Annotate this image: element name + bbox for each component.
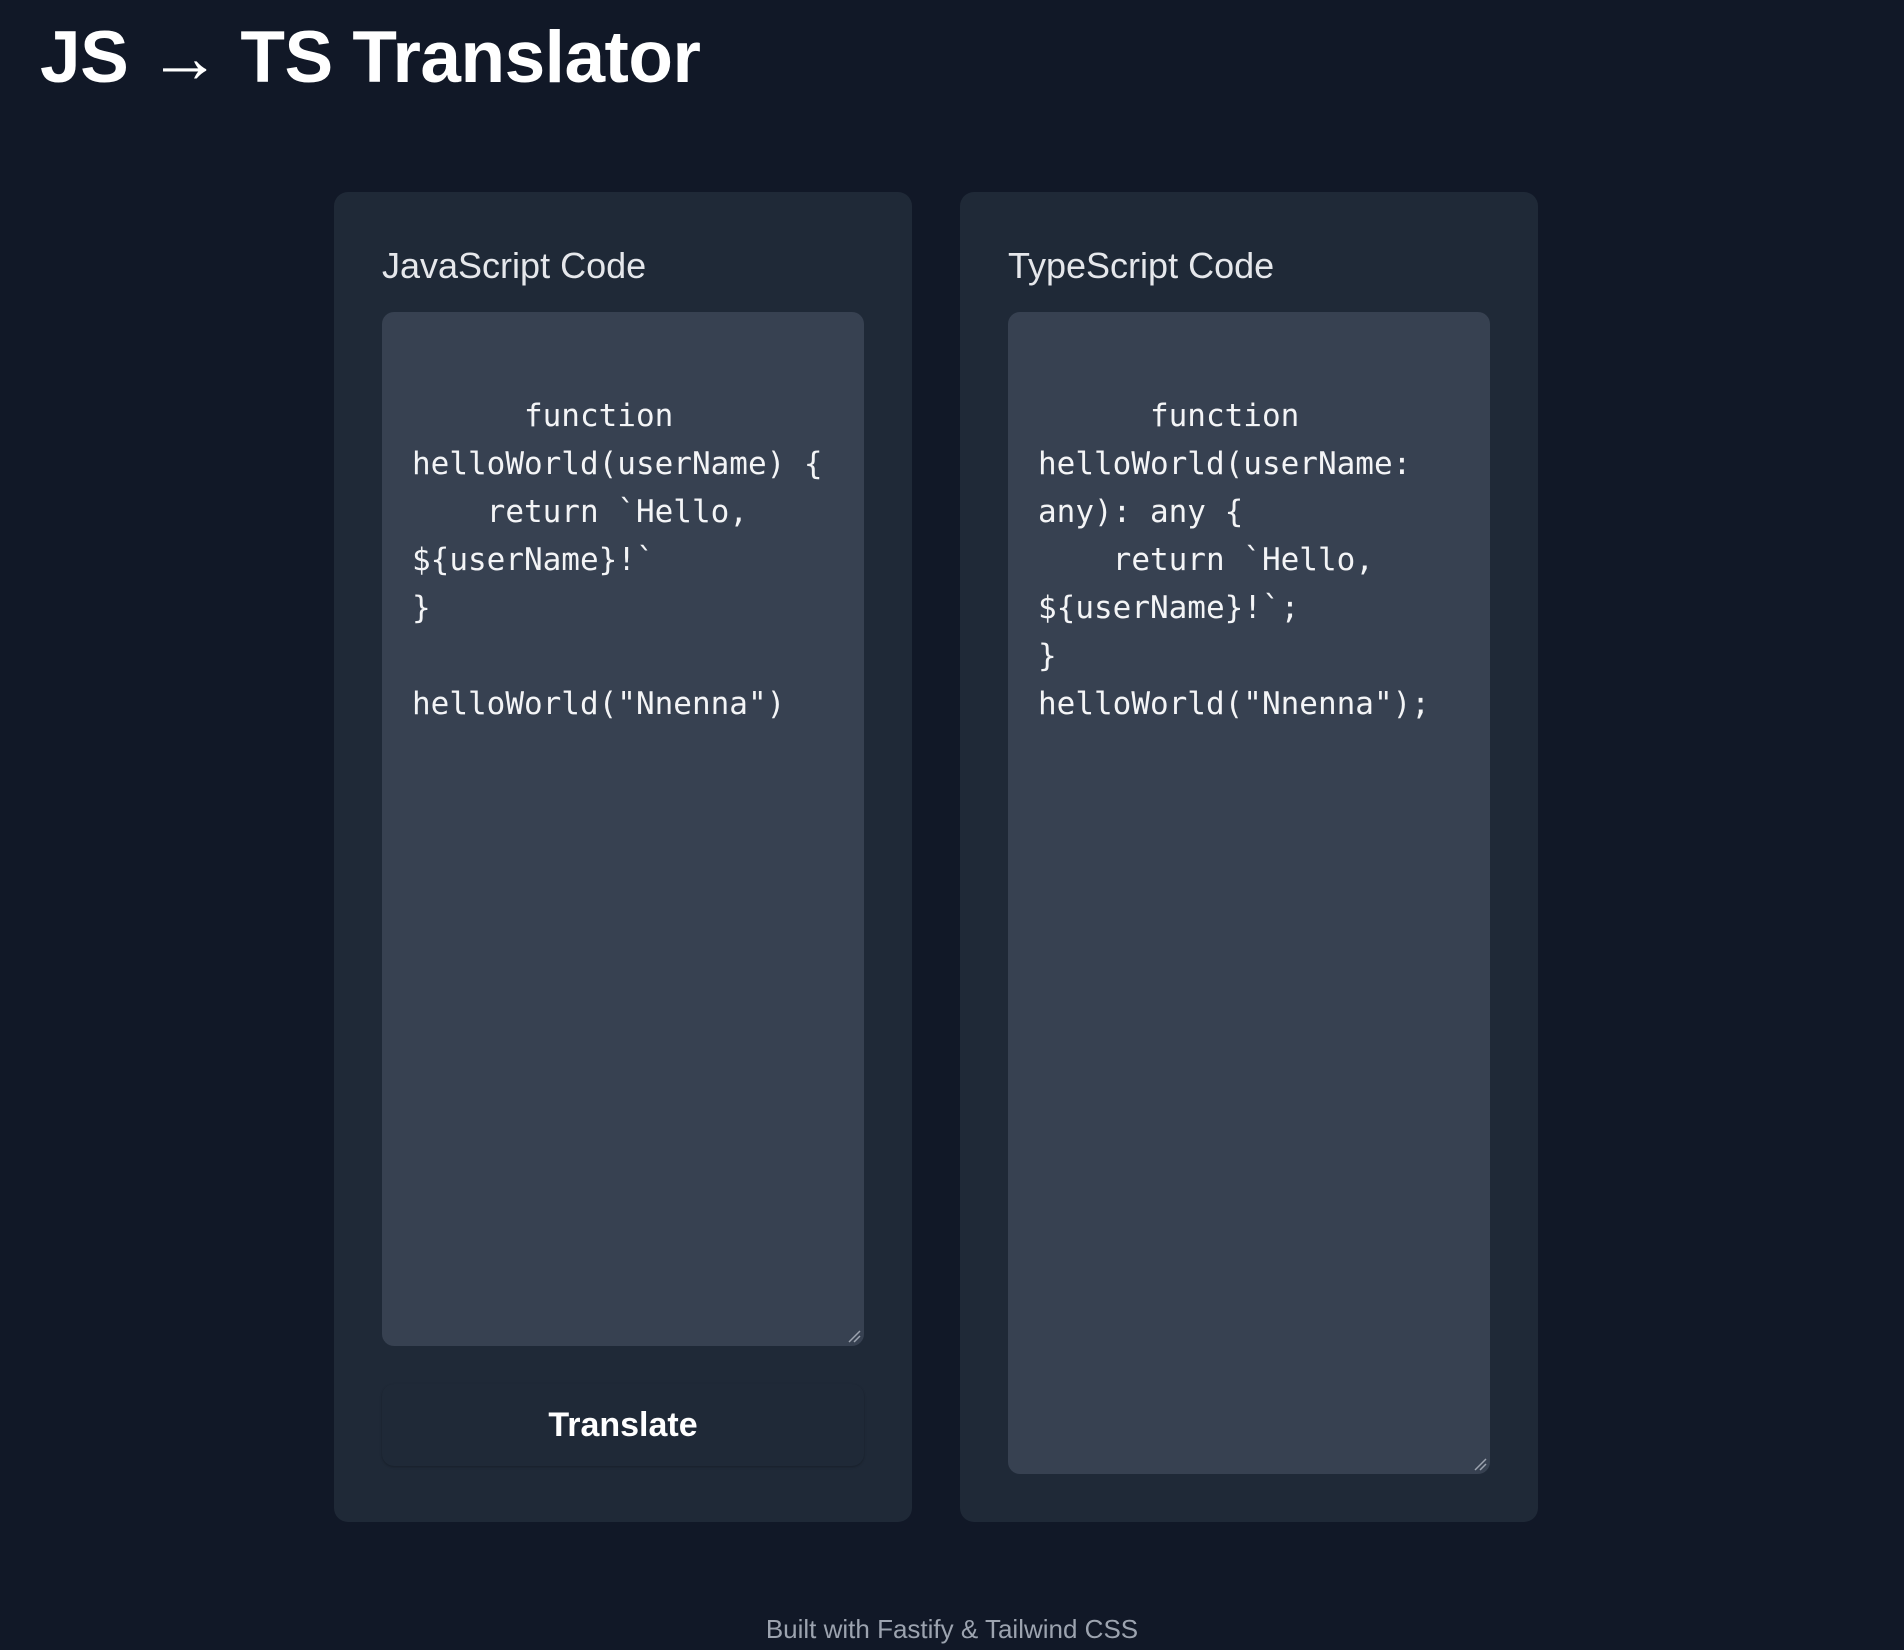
javascript-code-input[interactable]: function helloWorld(userName) { return `… — [382, 312, 864, 1346]
typescript-code-output[interactable]: function helloWorld(userName: any): any … — [1008, 312, 1490, 1474]
page: JS → TS Translator JavaScript Code funct… — [0, 0, 1904, 1650]
typescript-panel: TypeScript Code function helloWorld(user… — [960, 192, 1538, 1522]
resize-handle-icon[interactable] — [1473, 1457, 1487, 1471]
resize-handle-icon[interactable] — [847, 1329, 861, 1343]
footer-text: Built with Fastify & Tailwind CSS — [765, 1614, 1139, 1644]
translate-button[interactable]: Translate — [382, 1384, 864, 1466]
javascript-code-label: JavaScript Code — [382, 245, 647, 286]
typescript-code-label: TypeScript Code — [1008, 245, 1275, 286]
typescript-code-text: function helloWorld(userName: any): any … — [1038, 398, 1430, 722]
javascript-code-text: function helloWorld(userName) { return `… — [412, 398, 823, 722]
app-title: JS → TS Translator — [40, 17, 701, 98]
javascript-panel: JavaScript Code function helloWorld(user… — [334, 192, 912, 1522]
